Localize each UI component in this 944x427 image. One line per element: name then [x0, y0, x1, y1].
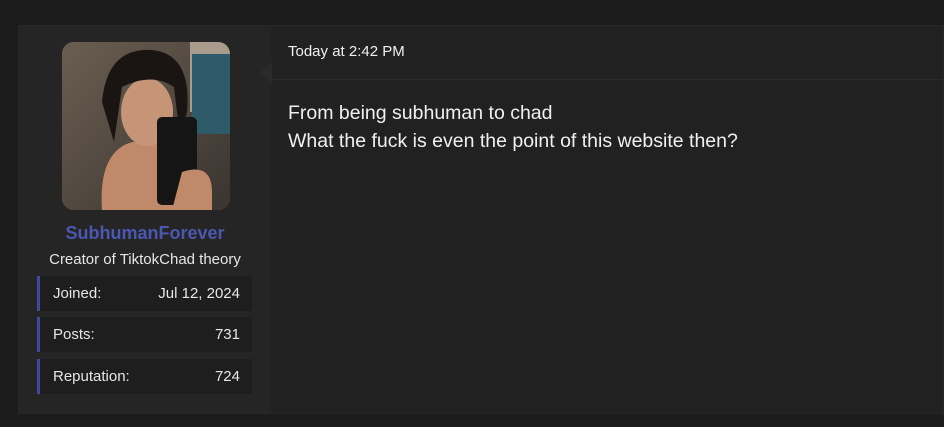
- stat-value[interactable]: 731: [215, 326, 240, 343]
- user-avatar[interactable]: [62, 42, 230, 210]
- stat-value: Jul 12, 2024: [158, 285, 240, 302]
- post-timestamp[interactable]: Today at 2:42 PM: [288, 43, 405, 60]
- stat-label: Reputation:: [53, 368, 130, 385]
- message-pointer-arrow: [260, 62, 272, 84]
- stat-label: Joined:: [53, 285, 102, 302]
- message-header: Today at 2:42 PM: [272, 26, 943, 80]
- message-body: From being subhuman to chad What the fuc…: [288, 99, 923, 155]
- stat-value: 724: [214, 368, 240, 385]
- stat-label: Posts:: [53, 326, 95, 343]
- message-line: What the fuck is even the point of this …: [288, 130, 738, 152]
- forum-post: SubhumanForever Creator of TiktokChad th…: [18, 25, 944, 414]
- stat-reputation: Reputation: 724: [37, 359, 252, 394]
- avatar-image: [62, 42, 230, 210]
- message-line: From being subhuman to chad: [288, 102, 553, 124]
- user-title: Creator of TiktokChad theory: [49, 251, 241, 268]
- user-info-panel: SubhumanForever Creator of TiktokChad th…: [19, 26, 271, 413]
- username-link[interactable]: SubhumanForever: [19, 223, 271, 244]
- stat-posts: Posts: 731: [37, 317, 252, 352]
- stat-joined: Joined: Jul 12, 2024: [37, 276, 252, 311]
